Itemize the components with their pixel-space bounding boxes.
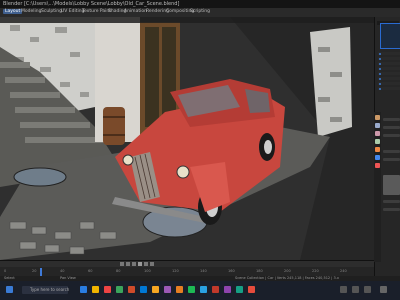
property-field[interactable] <box>383 158 400 161</box>
taskbar-app-icon[interactable] <box>224 286 231 293</box>
outliner-row[interactable] <box>378 87 400 90</box>
tab-texture-paint[interactable]: Texture Paint <box>82 9 111 14</box>
tab-modeling[interactable]: Modeling <box>21 9 41 14</box>
taskbar-app-icon[interactable] <box>80 286 87 293</box>
prev-keyframe-button[interactable] <box>126 262 130 266</box>
tray-icon[interactable] <box>364 286 371 293</box>
window-titlebar: Blender [C:\Users\...\Models\Lobby Scene… <box>0 0 400 8</box>
frame-tick: 240 <box>340 269 347 273</box>
material-preview <box>383 175 400 195</box>
os-taskbar: Type here to search <box>0 281 400 300</box>
jump-start-button[interactable] <box>120 262 124 266</box>
scene-render <box>0 17 383 260</box>
collection-icon <box>379 72 381 75</box>
tab-animation[interactable]: Animation <box>124 9 147 14</box>
tab-layout[interactable]: Layout <box>3 9 23 14</box>
play-button[interactable] <box>138 262 142 266</box>
property-field[interactable] <box>383 208 400 211</box>
timeline-editor: 0 20 40 60 80 100 120 140 160 180 200 22… <box>0 260 374 277</box>
outliner-row[interactable] <box>378 62 400 65</box>
collection-icon <box>379 67 381 70</box>
frame-tick: 40 <box>60 269 65 273</box>
tray-icon[interactable] <box>352 286 359 293</box>
frame-tick: 20 <box>32 269 37 273</box>
clock-icon[interactable] <box>380 286 387 293</box>
collection-icon <box>379 57 381 60</box>
property-field[interactable] <box>383 150 400 153</box>
frame-tick: 100 <box>144 269 151 273</box>
frame-tick: 160 <box>228 269 235 273</box>
blender-icon[interactable] <box>176 286 183 293</box>
taskbar-search[interactable]: Type here to search <box>22 286 70 294</box>
tab-uv-editing[interactable]: UV Editing <box>61 9 84 14</box>
tab-scripting[interactable]: Scripting <box>190 9 210 14</box>
tool-icon[interactable] <box>375 115 380 120</box>
taskbar-app-icon[interactable] <box>200 286 207 293</box>
frame-ruler[interactable]: 0 20 40 60 80 100 120 140 160 180 200 22… <box>0 268 374 276</box>
frame-tick: 200 <box>284 269 291 273</box>
taskbar-app-icon[interactable] <box>188 286 195 293</box>
taskbar-app-icon[interactable] <box>164 286 171 293</box>
window-title: Blender [C:\Users\...\Models\Lobby Scene… <box>3 1 180 7</box>
taskbar-app-icon[interactable] <box>140 286 147 293</box>
scene-icon[interactable] <box>375 139 380 144</box>
output-icon[interactable] <box>375 131 380 136</box>
property-field[interactable] <box>383 134 400 137</box>
jump-end-button[interactable] <box>150 262 154 266</box>
property-field[interactable] <box>383 118 400 121</box>
material-icon[interactable] <box>375 163 380 168</box>
frame-tick: 0 <box>4 269 7 273</box>
next-keyframe-button[interactable] <box>144 262 148 266</box>
taskbar-app-icon[interactable] <box>92 286 99 293</box>
outliner-row[interactable] <box>378 82 400 85</box>
status-left: Select <box>4 276 15 280</box>
taskbar-app-icon[interactable] <box>128 286 135 293</box>
property-field[interactable] <box>383 200 400 203</box>
taskbar-app-icon[interactable] <box>248 286 255 293</box>
outliner-preview <box>380 23 400 49</box>
taskbar-app-icon[interactable] <box>152 286 159 293</box>
object-icon[interactable] <box>375 147 380 152</box>
frame-tick: 140 <box>200 269 207 273</box>
frame-tick: 120 <box>172 269 179 273</box>
collection-icon <box>379 77 381 80</box>
frame-tick: 80 <box>116 269 121 273</box>
taskbar-app-icon[interactable] <box>104 286 111 293</box>
frame-tick: 60 <box>88 269 93 273</box>
render-icon[interactable] <box>375 123 380 128</box>
frame-tick: 220 <box>312 269 319 273</box>
collection-icon <box>379 87 381 90</box>
outliner-row[interactable] <box>378 57 400 60</box>
outliner-row[interactable] <box>378 77 400 80</box>
frame-tick: 180 <box>256 269 263 273</box>
collection-icon <box>379 82 381 85</box>
status-right: Scene Collection | Car | Verts 245,118 |… <box>235 276 339 280</box>
3d-viewport[interactable] <box>0 17 383 260</box>
outliner-row[interactable] <box>378 67 400 70</box>
playback-controls <box>0 261 374 267</box>
start-icon[interactable] <box>6 286 13 293</box>
viewport-header <box>0 17 383 23</box>
outliner-row[interactable] <box>378 52 400 55</box>
property-field[interactable] <box>383 126 400 129</box>
taskbar-app-icon[interactable] <box>212 286 219 293</box>
play-reverse-button[interactable] <box>132 262 136 266</box>
tray-icon[interactable] <box>340 286 347 293</box>
collection-icon <box>379 62 381 65</box>
outliner-row[interactable] <box>378 72 400 75</box>
status-mid: Pan View <box>60 276 76 280</box>
collection-icon <box>379 52 381 55</box>
tab-sculpting[interactable]: Sculpting <box>41 9 62 14</box>
modifier-icon[interactable] <box>375 155 380 160</box>
search-placeholder: Type here to search <box>30 287 70 292</box>
taskbar-app-icon[interactable] <box>116 286 123 293</box>
taskbar-app-icon[interactable] <box>236 286 243 293</box>
